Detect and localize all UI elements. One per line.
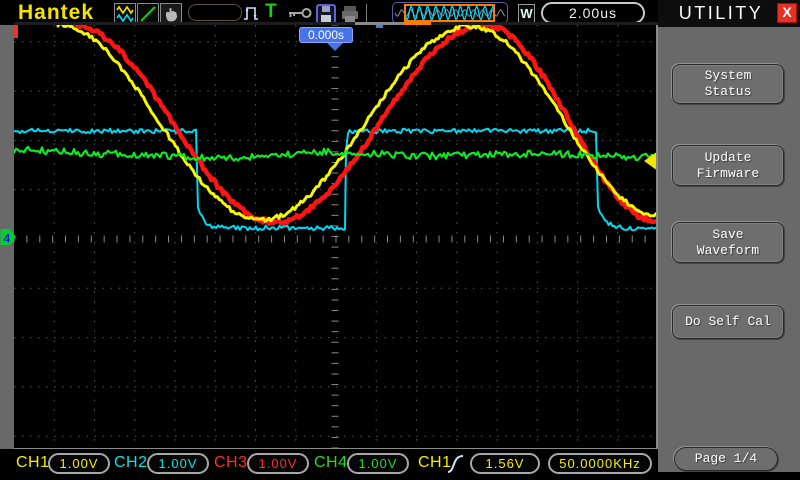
- window-mode-badge: W: [518, 4, 535, 23]
- button-label: Status: [704, 84, 752, 99]
- button-label: Do Self Cal: [685, 314, 771, 329]
- slope-line-glyph: [140, 6, 156, 22]
- button-label: Waveform: [696, 242, 760, 258]
- button-label: Save: [712, 226, 744, 242]
- menu-body: System Status Update Firmware Save Wavef…: [658, 27, 800, 472]
- close-menu-button[interactable]: X: [777, 3, 797, 23]
- oscilloscope-screen: Hantek T W 2.00us 4 0.000s UTILITY X Sys…: [0, 0, 800, 480]
- hand-cursor-glyph: [165, 7, 178, 22]
- do-self-cal-button[interactable]: Do Self Cal: [672, 305, 784, 339]
- button-label: Update: [704, 149, 752, 165]
- save-waveform-button[interactable]: Save Waveform: [672, 222, 784, 263]
- ch1-scale: 1.00V: [48, 453, 110, 474]
- trigger-slope-icon: [446, 452, 466, 480]
- ch3-label: CH3: [214, 454, 248, 471]
- trigger-position-tick: [376, 25, 383, 28]
- time-offset-flag[interactable]: 0.000s: [299, 27, 353, 43]
- display-corner-marker: [14, 25, 18, 38]
- status-bar: CH1 1.00V CH2 1.00V CH3 1.00V CH4 1.00V …: [0, 449, 658, 480]
- menu-title: UTILITY: [678, 3, 764, 23]
- toolbar: Hantek T W 2.00us: [0, 0, 658, 25]
- time-offset-flag-pointer: [327, 43, 343, 51]
- trigger-frequency-value: 50.0000KHz: [548, 453, 652, 474]
- ch1-label: CH1: [16, 454, 50, 471]
- waveform-display: 4: [0, 25, 658, 448]
- page-button[interactable]: Page 1/4: [674, 447, 778, 471]
- key-lock-glyph: [289, 8, 312, 18]
- ch2-label: CH2: [114, 454, 148, 471]
- button-label: System: [704, 68, 752, 83]
- preview-window-box[interactable]: [404, 4, 495, 22]
- system-status-button[interactable]: System Status: [672, 64, 784, 104]
- ch4-scale: 1.00V: [347, 453, 409, 474]
- trigger-t-icon[interactable]: T: [265, 1, 277, 23]
- ch4-label: CH4: [314, 454, 348, 471]
- menu-sidebar: UTILITY X System Status Update Firmware …: [658, 0, 800, 480]
- record-preview[interactable]: [392, 2, 508, 24]
- ch2-scale: 1.00V: [147, 453, 209, 474]
- toolbar-separator: [366, 4, 367, 22]
- menu-header: UTILITY X: [658, 0, 800, 27]
- timebase-value: 2.00us: [541, 2, 645, 24]
- pulse-trigger-glyph: [244, 7, 258, 20]
- button-label: Firmware: [696, 165, 760, 181]
- ch3-scale: 1.00V: [247, 453, 309, 474]
- svg-text:4: 4: [4, 232, 11, 246]
- empty-indicator-slot: [188, 4, 242, 21]
- ch4-ground-marker[interactable]: 4: [0, 229, 17, 246]
- trigger-level-value: 1.56V: [470, 453, 540, 474]
- update-firmware-button[interactable]: Update Firmware: [672, 145, 784, 186]
- channel-waves-glyph: [116, 5, 134, 23]
